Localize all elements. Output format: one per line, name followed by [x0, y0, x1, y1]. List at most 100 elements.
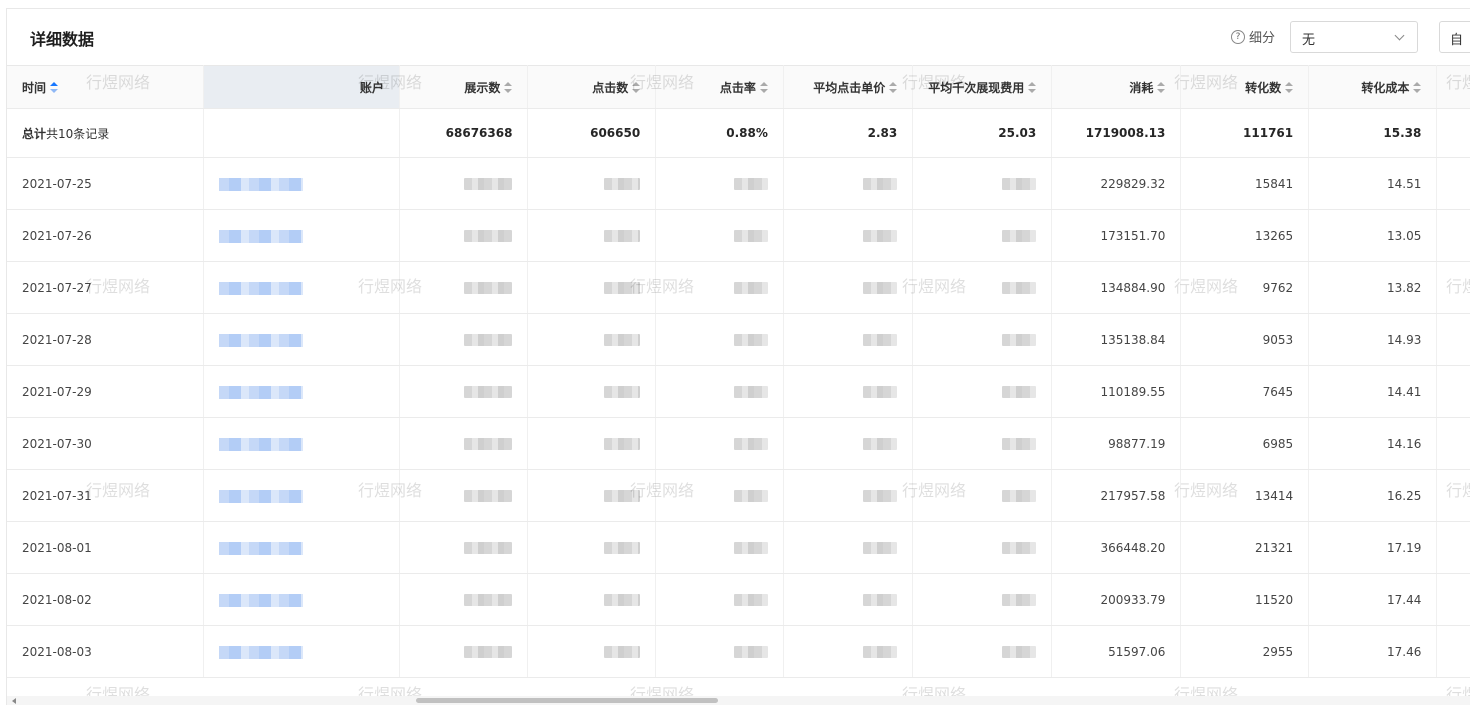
row-ctr-redacted: [655, 469, 784, 522]
total-label: 总计共10条记录: [7, 108, 204, 158]
column-header-ctr[interactable]: 点击率: [655, 65, 784, 109]
scrollbar-thumb[interactable]: [416, 698, 718, 703]
redacted-block: [1002, 334, 1037, 346]
total-cpm: 25.03: [912, 108, 1053, 158]
detail-data-panel: 详细数据 ? 细分 无 自 时间 账户 展示数 点击数 点击率 平均点击单价 平…: [6, 8, 1470, 705]
sort-icon[interactable]: [632, 81, 641, 93]
row-date: 2021-07-26: [7, 209, 204, 262]
column-header-cpc[interactable]: 平均点击单价: [783, 65, 914, 109]
row-clicks-redacted: [527, 209, 657, 262]
row-impressions-redacted: [399, 313, 529, 366]
redacted-block: [733, 594, 768, 606]
table-row: 2021-07-30 98877.19 6985 14.16: [7, 417, 1470, 470]
total-account-cell: [203, 108, 400, 158]
row-cpa: 16.25: [1308, 469, 1438, 522]
redacted-block: [1002, 230, 1037, 242]
row-cpa: 14.51: [1308, 157, 1438, 210]
row-cpc-redacted: [783, 365, 914, 418]
row-account-redacted: [203, 521, 400, 574]
column-header-spend[interactable]: 消耗: [1051, 65, 1182, 109]
row-cpa: 17.44: [1308, 573, 1438, 626]
row-conversions: 2955: [1180, 625, 1310, 678]
redacted-block: [218, 177, 303, 191]
sort-icon[interactable]: [504, 81, 513, 93]
redacted-block: [863, 490, 898, 502]
row-spend: 98877.19: [1051, 417, 1182, 470]
breakdown-label: 细分: [1249, 31, 1276, 46]
row-account-redacted: [203, 365, 400, 418]
column-header-date[interactable]: 时间: [7, 65, 204, 109]
row-spend: 366448.20: [1051, 521, 1182, 574]
row-ctr-redacted: [655, 521, 784, 574]
row-cpa: 17.19: [1308, 521, 1438, 574]
column-header-overflow: [1436, 65, 1470, 109]
redacted-block: [1002, 490, 1037, 502]
redacted-block: [863, 178, 898, 190]
redacted-block: [733, 438, 768, 450]
row-ctr-redacted: [655, 417, 784, 470]
row-overflow-cell: [1436, 625, 1470, 678]
breakdown-select[interactable]: 无: [1290, 21, 1418, 53]
table-row: 2021-07-29 110189.55 7645 14.41: [7, 365, 1470, 418]
question-circle-icon[interactable]: ?: [1231, 29, 1245, 44]
table-row: 2021-08-01 366448.20 21321 17.19: [7, 521, 1470, 574]
row-impressions-redacted: [399, 573, 529, 626]
row-cpa: 14.93: [1308, 313, 1438, 366]
row-overflow-cell: [1436, 313, 1470, 366]
redacted-block: [733, 490, 768, 502]
row-spend: 229829.32: [1051, 157, 1182, 210]
row-overflow-cell: [1436, 365, 1470, 418]
row-cpm-redacted: [912, 261, 1053, 314]
row-overflow-cell: [1436, 469, 1470, 522]
column-header-cpm[interactable]: 平均千次展现费用: [912, 65, 1053, 109]
redacted-block: [863, 594, 898, 606]
row-cpm-redacted: [912, 521, 1053, 574]
sort-icon[interactable]: [1285, 81, 1294, 93]
redacted-block: [464, 594, 513, 606]
redacted-block: [863, 438, 898, 450]
sort-icon[interactable]: [1413, 81, 1422, 93]
row-cpm-redacted: [912, 365, 1053, 418]
column-header-impressions[interactable]: 展示数: [399, 65, 529, 109]
custom-columns-button[interactable]: 自: [1439, 21, 1470, 53]
table-row: 2021-07-28 135138.84 9053 14.93: [7, 313, 1470, 366]
row-account-redacted: [203, 417, 400, 470]
redacted-block: [604, 386, 641, 398]
column-header-clicks[interactable]: 点击数: [527, 65, 657, 109]
redacted-block: [464, 542, 513, 554]
sort-icon[interactable]: [889, 81, 898, 93]
breakdown-label-group: ? 细分: [1231, 27, 1275, 46]
sort-icon[interactable]: [1028, 81, 1037, 93]
sort-icon[interactable]: [1157, 81, 1166, 93]
row-cpc-redacted: [783, 261, 914, 314]
redacted-block: [863, 386, 898, 398]
row-cpc-redacted: [783, 521, 914, 574]
redacted-block: [1002, 178, 1037, 190]
row-cpa: 13.05: [1308, 209, 1438, 262]
sort-icon[interactable]: [50, 81, 59, 93]
row-spend: 110189.55: [1051, 365, 1182, 418]
row-cpc-redacted: [783, 209, 914, 262]
redacted-block: [733, 542, 768, 554]
redacted-block: [604, 646, 641, 658]
row-clicks-redacted: [527, 365, 657, 418]
table-row: 2021-07-26 173151.70 13265 13.05: [7, 209, 1470, 262]
scroll-left-arrow-icon[interactable]: [12, 698, 16, 704]
redacted-block: [464, 178, 513, 190]
redacted-block: [1002, 646, 1037, 658]
redacted-block: [863, 230, 898, 242]
panel-title: 详细数据: [30, 30, 95, 49]
row-conversions: 9053: [1180, 313, 1310, 366]
row-cpm-redacted: [912, 157, 1053, 210]
row-cpm-redacted: [912, 469, 1053, 522]
detail-data-table: 时间 账户 展示数 点击数 点击率 平均点击单价 平均千次展现费用 消耗 转化数…: [7, 65, 1470, 678]
row-cpm-redacted: [912, 573, 1053, 626]
column-header-account[interactable]: 账户: [203, 65, 400, 109]
row-impressions-redacted: [399, 521, 529, 574]
redacted-block: [863, 334, 898, 346]
row-account-redacted: [203, 625, 400, 678]
column-header-conversions[interactable]: 转化数: [1180, 65, 1310, 109]
row-cpa: 13.82: [1308, 261, 1438, 314]
column-header-cpa[interactable]: 转化成本: [1308, 65, 1438, 109]
sort-icon[interactable]: [759, 81, 768, 93]
